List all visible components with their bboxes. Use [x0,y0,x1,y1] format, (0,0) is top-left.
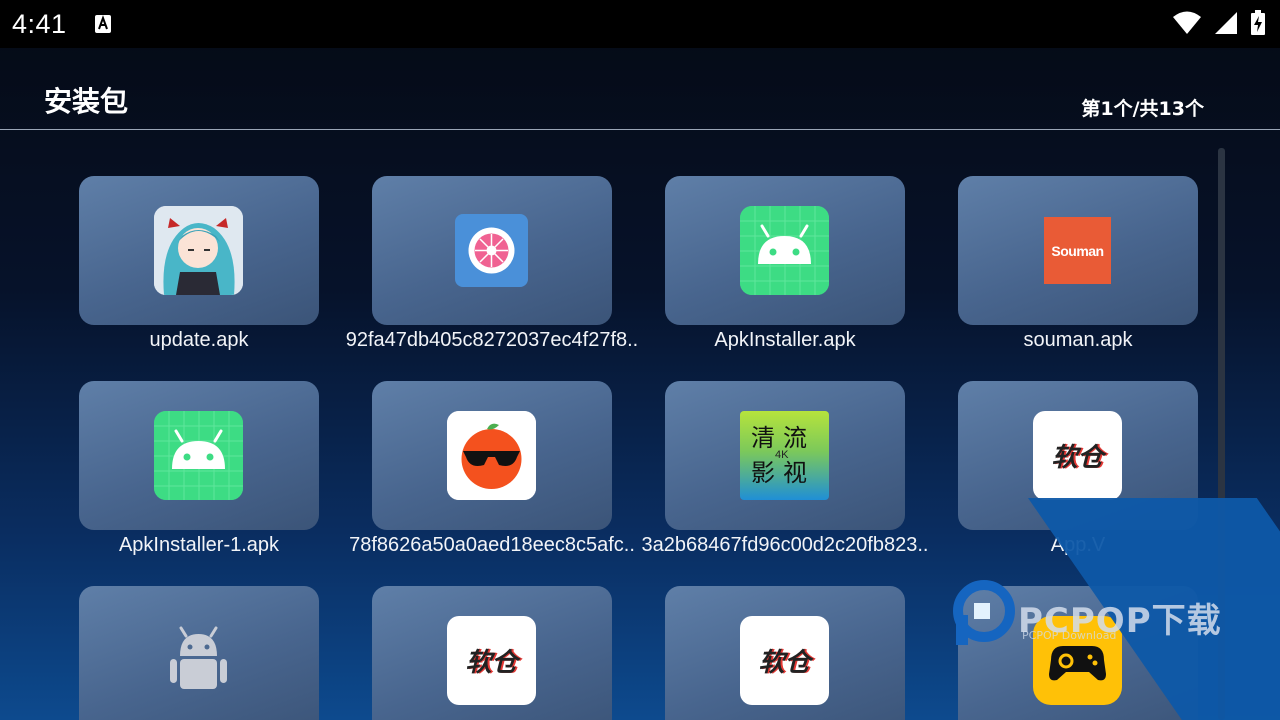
file-item[interactable]: 清流影视 4K 3a2b68467fd96c00d2c20fb823.. [642,381,928,556]
file-name: ApkInstaller-1.apk [118,534,280,556]
souman-icon: Souman [1033,206,1122,295]
file-card[interactable] [372,381,612,530]
file-item[interactable]: 92fa47db405c8272037ec4f27f8.. [346,176,638,351]
battery-charging-icon [1251,10,1265,35]
file-card[interactable]: 软仓 [372,586,612,720]
ruancang-text: 软仓 [1051,443,1104,473]
file-card[interactable] [79,381,319,530]
file-item[interactable]: Souman souman.apk [958,176,1198,351]
file-item[interactable] [958,586,1198,720]
file-name: 78f8626a50a0aed18eec8c5afc.. [349,534,635,556]
android-gray-icon [154,616,243,705]
file-item[interactable]: ApkInstaller-1.apk [79,381,319,556]
page-counter: 第1个/共13个 [1081,98,1204,120]
file-name: souman.apk [1023,329,1133,351]
file-card[interactable] [958,586,1198,720]
file-item[interactable]: 78f8626a50a0aed18eec8c5afc.. [349,381,635,556]
flower-icon [447,206,536,295]
anime-girl-icon [154,206,243,295]
file-name: 92fa47db405c8272037ec4f27f8.. [345,329,639,351]
ruancang-text: 软仓 [758,648,811,678]
page-header: 安装包 第1个/共13个 [0,48,1280,130]
gamepad-icon [1033,616,1122,705]
souman-text: Souman [1051,242,1104,259]
ruancang-text: 软仓 [465,648,518,678]
file-item[interactable]: 软仓 App.V [958,381,1198,556]
file-card[interactable] [372,176,612,325]
file-name: 3a2b68467fd96c00d2c20fb823.. [641,534,929,556]
file-card[interactable]: 软仓 [665,586,905,720]
ruancang-icon: 软仓 [447,616,536,705]
file-item[interactable]: ApkInstaller.apk [665,176,905,351]
orange-sunglasses-icon [447,411,536,500]
qingliu-4k-text: 4K [775,449,789,461]
file-card[interactable]: 软仓 [958,381,1198,530]
apk-file-grid: update.apk 92fa47db405c8272037ec4f27f8.. [79,176,1199,720]
file-name: update.apk [149,329,249,351]
file-item[interactable]: update.apk [79,176,319,351]
qingliu-icon: 清流影视 4K [740,411,829,500]
file-item[interactable] [79,586,319,720]
keyboard-a-icon [95,15,111,33]
file-name: App.V [1050,534,1106,556]
file-card[interactable] [665,176,905,325]
file-card[interactable] [79,586,319,720]
file-name: ApkInstaller.apk [714,329,856,351]
android-icon [740,206,829,295]
file-card[interactable]: Souman [958,176,1198,325]
file-item[interactable]: 软仓 [665,586,905,720]
status-time: 4:41 [12,9,67,39]
ruancang-icon: 软仓 [740,616,829,705]
ruancang-icon: 软仓 [1033,411,1122,500]
signal-icon [1215,12,1237,34]
file-card[interactable] [79,176,319,325]
page-title: 安装包 [44,85,129,118]
android-icon [154,411,243,500]
file-card[interactable]: 清流影视 4K [665,381,905,530]
file-item[interactable]: 软仓 [372,586,612,720]
scrollbar[interactable] [1218,148,1225,720]
wifi-icon [1173,11,1201,34]
status-bar: 4:41 [0,0,1280,48]
